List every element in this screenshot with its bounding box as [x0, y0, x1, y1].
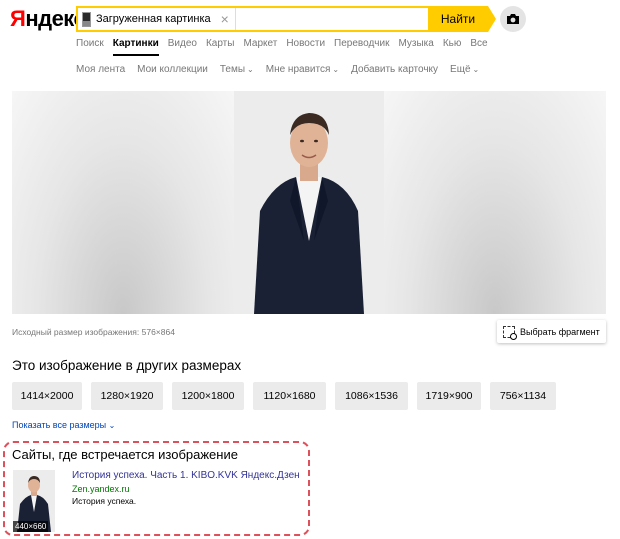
find-button[interactable]: Найти [428, 6, 496, 32]
show-all-sizes-link[interactable]: Показать все размеры ⌄ [12, 420, 115, 430]
subnav-label: Мне нравится [265, 64, 331, 75]
subnav-label: Темы [219, 64, 246, 75]
result-thumbnail[interactable]: 440×660 [13, 470, 55, 532]
tab-market[interactable]: Маркет [243, 38, 277, 56]
uploaded-image-chip[interactable]: Загруженная картинка × [78, 8, 236, 30]
subnav-label: Добавить карточку [351, 64, 439, 75]
subnav-label: Моя лента [76, 64, 126, 75]
thumbnail-dimensions: 440×660 [13, 521, 49, 532]
subnav-my-feed[interactable]: Моя лента [76, 64, 125, 75]
blurred-background-right [384, 91, 606, 314]
original-size-label: Исходный размер изображения: 576×864 [12, 327, 175, 337]
tab-translator[interactable]: Переводчик [334, 38, 389, 56]
size-option[interactable]: 1120×1680 [253, 382, 326, 410]
size-option[interactable]: 1280×1920 [91, 382, 163, 410]
chevron-down-icon: ⌄ [472, 65, 480, 74]
size-option[interactable]: 1200×1800 [172, 382, 244, 410]
uploaded-photo[interactable] [234, 91, 384, 314]
result-url-link[interactable]: Zen.yandex.ru [72, 484, 130, 494]
image-viewer[interactable] [12, 91, 606, 314]
tab-video[interactable]: Видео [168, 38, 197, 56]
camera-button[interactable] [500, 6, 526, 32]
tab-maps[interactable]: Карты [206, 38, 235, 56]
size-options: 1414×2000 1280×1920 1200×1800 1120×1680 … [12, 382, 556, 410]
subnav-add-card[interactable]: Добавить карточку [351, 64, 438, 75]
tab-all[interactable]: Все [470, 38, 487, 56]
yandex-logo[interactable]: Яндекс [10, 6, 86, 32]
service-tabs: Поиск Картинки Видео Карты Маркет Новост… [76, 38, 488, 56]
logo-first-letter: Я [10, 6, 26, 31]
chevron-down-icon: ⌄ [332, 65, 340, 74]
show-all-sizes-label: Показать все размеры [12, 420, 107, 430]
subnav-label: Ещё [450, 64, 471, 75]
tab-images[interactable]: Картинки [112, 38, 159, 56]
clear-icon[interactable]: × [221, 12, 229, 26]
tab-news[interactable]: Новости [286, 38, 325, 56]
subnav-label: Мои коллекции [137, 64, 208, 75]
subnav-more[interactable]: Ещё ⌄ [450, 64, 479, 75]
portrait-figure [234, 91, 384, 314]
select-fragment-button[interactable]: Выбрать фрагмент [497, 320, 606, 343]
subnav-my-collections[interactable]: Мои коллекции [137, 64, 208, 75]
sites-heading: Сайты, где встречается изображение [12, 447, 238, 462]
crop-search-icon [503, 325, 517, 340]
result-title-link[interactable]: История успеха. Часть 1. KIBO.KVK Яндекс… [72, 470, 300, 481]
chevron-down-icon: ⌄ [108, 421, 116, 430]
images-subnav: Моя лента Мои коллекции Темы ⌄ Мне нравит… [76, 64, 479, 75]
search-bar[interactable]: Загруженная картинка × Найти [76, 6, 496, 32]
tab-q[interactable]: Кью [443, 38, 462, 56]
size-option[interactable]: 1719×900 [417, 382, 481, 410]
other-sizes-heading: Это изображение в других размерах [12, 358, 242, 373]
select-fragment-label: Выбрать фрагмент [520, 326, 600, 337]
uploaded-image-thumbnail [82, 11, 91, 27]
subnav-liked[interactable]: Мне нравится ⌄ [266, 64, 339, 75]
uploaded-image-label: Загруженная картинка [96, 13, 211, 25]
camera-icon [507, 14, 519, 24]
size-option[interactable]: 1086×1536 [335, 382, 408, 410]
size-option[interactable]: 756×1134 [490, 382, 556, 410]
tab-search[interactable]: Поиск [76, 38, 104, 56]
chevron-down-icon: ⌄ [247, 65, 254, 74]
tab-music[interactable]: Музыка [398, 38, 433, 56]
size-option[interactable]: 1414×2000 [12, 382, 82, 410]
blurred-background-left [12, 91, 234, 314]
result-description: История успеха. [72, 496, 137, 506]
subnav-topics[interactable]: Темы ⌄ [220, 64, 254, 75]
